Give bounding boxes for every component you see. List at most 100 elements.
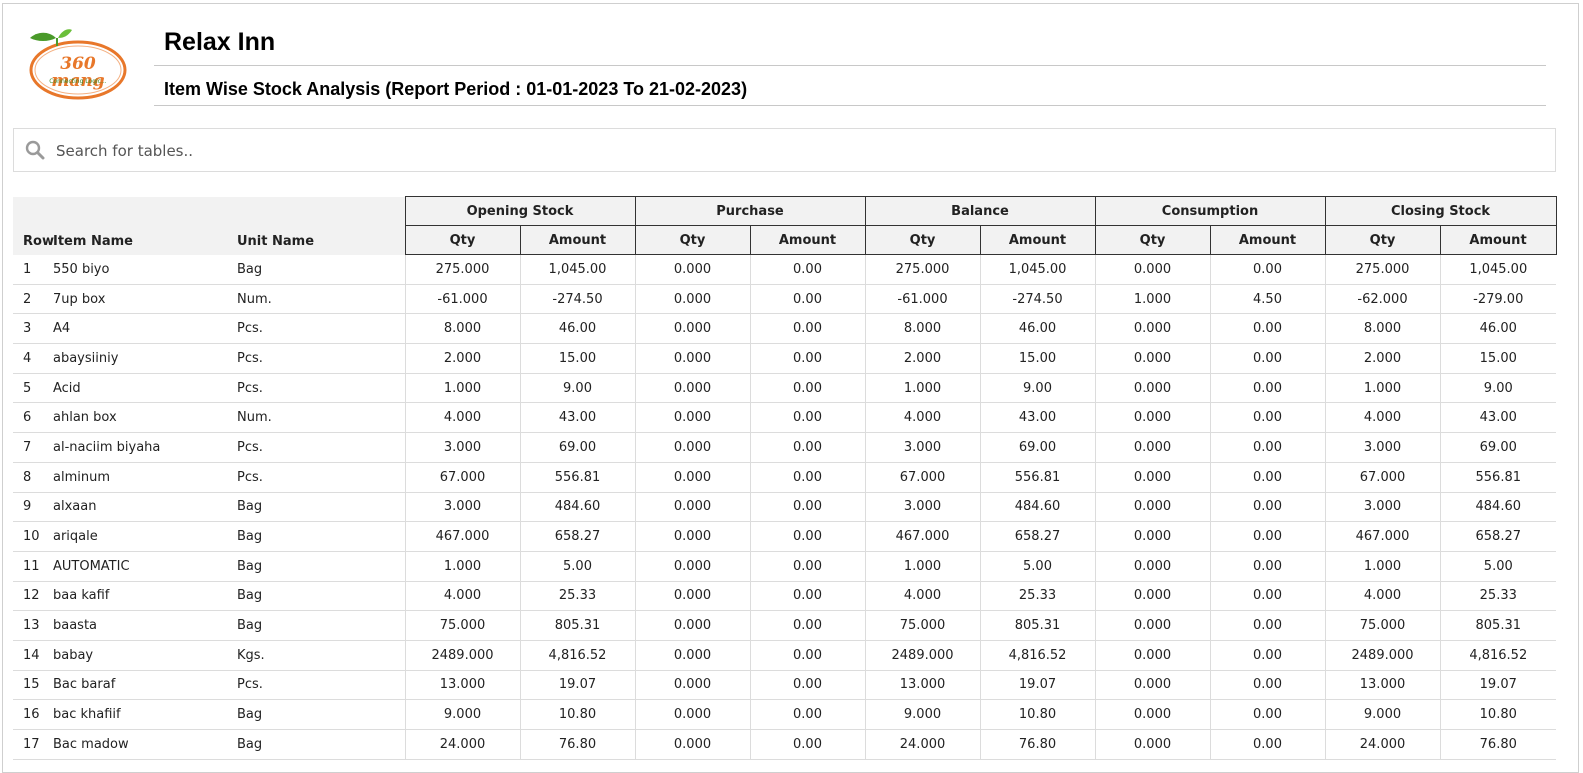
cell-closing-amount: 43.00 [1439,402,1557,434]
cell-purchase-qty: 0.000 [634,640,750,671]
cell-unit-name: Pcs. [235,670,405,701]
cell-unit-name: Bag [235,551,405,582]
cell-row-number: 13 [13,610,51,641]
cell-row-number: 4 [13,343,51,374]
cell-closing-amount: 76.80 [1439,729,1557,760]
cell-opening-amount: 69.00 [519,432,635,463]
cell-purchase-amount: 0.00 [749,373,866,404]
cell-consumption-qty: 0.000 [1094,313,1211,345]
cell-opening-qty: 4.000 [404,402,520,434]
cell-balance-qty: 24.000 [864,729,981,760]
cell-consumption-qty: 0.000 [1094,581,1211,612]
cell-opening-qty: 3.000 [404,432,520,463]
cell-consumption-qty: 0.000 [1094,729,1211,760]
cell-closing-amount: 1,045.00 [1439,254,1557,285]
cell-purchase-amount: 0.00 [749,521,866,552]
cell-closing-qty: 2489.000 [1324,640,1441,671]
cell-item-name: Bac baraf [51,670,235,701]
cell-row-number: 3 [13,313,51,345]
col-header-purchase-qty: Qty [634,225,751,255]
cell-consumption-qty: 0.000 [1094,402,1211,434]
table-row: 12 baa kafif Bag 4.000 25.33 0.000 0.00 4.000 25… [13,581,1557,612]
cell-row-number: 16 [13,699,51,730]
cell-purchase-qty: 0.000 [634,462,750,493]
table-row: 3 A4 Pcs. 8.000 46.00 0.000 0.00 8.000 46.00 0.00… [13,313,1557,345]
cell-closing-amount: 46.00 [1439,313,1557,345]
cell-purchase-amount: 0.00 [749,640,866,671]
col-header-balance-qty: Qty [864,225,981,255]
cell-consumption-amount: 0.00 [1209,699,1326,730]
cell-opening-qty: 2.000 [404,343,520,374]
cell-unit-name: Pcs. [235,313,405,345]
cell-consumption-qty: 0.000 [1094,670,1211,701]
cell-item-name: ariqale [51,521,235,552]
cell-opening-amount: 76.80 [519,729,635,760]
cell-consumption-amount: 0.00 [1209,313,1326,345]
cell-consumption-qty: 0.000 [1094,254,1211,285]
cell-balance-amount: 5.00 [979,551,1096,582]
cell-opening-amount: 19.07 [519,670,635,701]
cell-unit-name: Pcs. [235,343,405,374]
search-input[interactable] [54,135,1538,167]
cell-row-number: 11 [13,551,51,582]
cell-item-name: bac khafiif [51,699,235,730]
col-header-purchase-amount: Amount [749,225,866,255]
cell-row-number: 6 [13,402,51,434]
cell-closing-qty: 3.000 [1324,492,1441,523]
cell-balance-amount: 484.60 [979,492,1096,523]
cell-purchase-amount: 0.00 [749,313,866,345]
table-row: 8 alminum Pcs. 67.000 556.81 0.000 0.00 67.000 5… [13,462,1557,493]
cell-consumption-qty: 0.000 [1094,373,1211,404]
col-header-row: Row [13,196,54,255]
cell-consumption-qty: 0.000 [1094,343,1211,374]
cell-purchase-amount: 0.00 [749,670,866,701]
cell-purchase-amount: 0.00 [749,492,866,523]
cell-purchase-qty: 0.000 [634,670,750,701]
cell-unit-name: Bag [235,254,405,285]
cell-opening-qty: 75.000 [404,610,520,641]
cell-closing-qty: -62.000 [1324,284,1441,315]
cell-consumption-amount: 0.00 [1209,610,1326,641]
cell-balance-amount: 805.31 [979,610,1096,641]
cell-opening-qty: 67.000 [404,462,520,493]
cell-consumption-qty: 0.000 [1094,699,1211,730]
cell-opening-amount: 4,816.52 [519,640,635,671]
cell-consumption-amount: 4.50 [1209,284,1326,315]
header-divider [154,65,1546,66]
cell-balance-amount: 19.07 [979,670,1096,701]
cell-purchase-qty: 0.000 [634,729,750,760]
table-row: 17 Bac madow Bag 24.000 76.80 0.000 0.00 24.000… [13,729,1557,760]
cell-balance-amount: 10.80 [979,699,1096,730]
cell-closing-qty: 2.000 [1324,343,1441,374]
cell-purchase-qty: 0.000 [634,343,750,374]
cell-closing-amount: 15.00 [1439,343,1557,374]
group-header-balance: Balance [864,196,1096,226]
table-row: 2 7up box Num. -61.000 -274.50 0.000 0.00 -61.0… [13,284,1557,315]
cell-consumption-amount: 0.00 [1209,462,1326,493]
cell-purchase-qty: 0.000 [634,402,750,434]
cell-balance-amount: 46.00 [979,313,1096,345]
cell-consumption-amount: 0.00 [1209,729,1326,760]
cell-consumption-amount: 0.00 [1209,492,1326,523]
cell-unit-name: Num. [235,402,405,434]
cell-item-name: abaysiiniy [51,343,235,374]
cell-consumption-amount: 0.00 [1209,521,1326,552]
cell-row-number: 1 [13,254,51,285]
report-title: Item Wise Stock Analysis (Report Period … [164,79,748,99]
cell-consumption-qty: 0.000 [1094,640,1211,671]
cell-balance-qty: 4.000 [864,581,981,612]
col-header-consumption-amount: Amount [1209,225,1326,255]
cell-consumption-amount: 0.00 [1209,432,1326,463]
cell-balance-qty: 3.000 [864,432,981,463]
cell-opening-amount: 9.00 [519,373,635,404]
search-box[interactable] [13,128,1556,172]
cell-balance-qty: 1.000 [864,551,981,582]
cell-closing-qty: 9.000 [1324,699,1441,730]
col-header-consumption-qty: Qty [1094,225,1211,255]
cell-consumption-qty: 0.000 [1094,492,1211,523]
cell-opening-amount: 1,045.00 [519,254,635,285]
cell-row-number: 5 [13,373,51,404]
table-row: 11 AUTOMATIC Bag 1.000 5.00 0.000 0.00 1.000 5.0… [13,551,1557,582]
cell-opening-qty: 467.000 [404,521,520,552]
cell-purchase-qty: 0.000 [634,492,750,523]
